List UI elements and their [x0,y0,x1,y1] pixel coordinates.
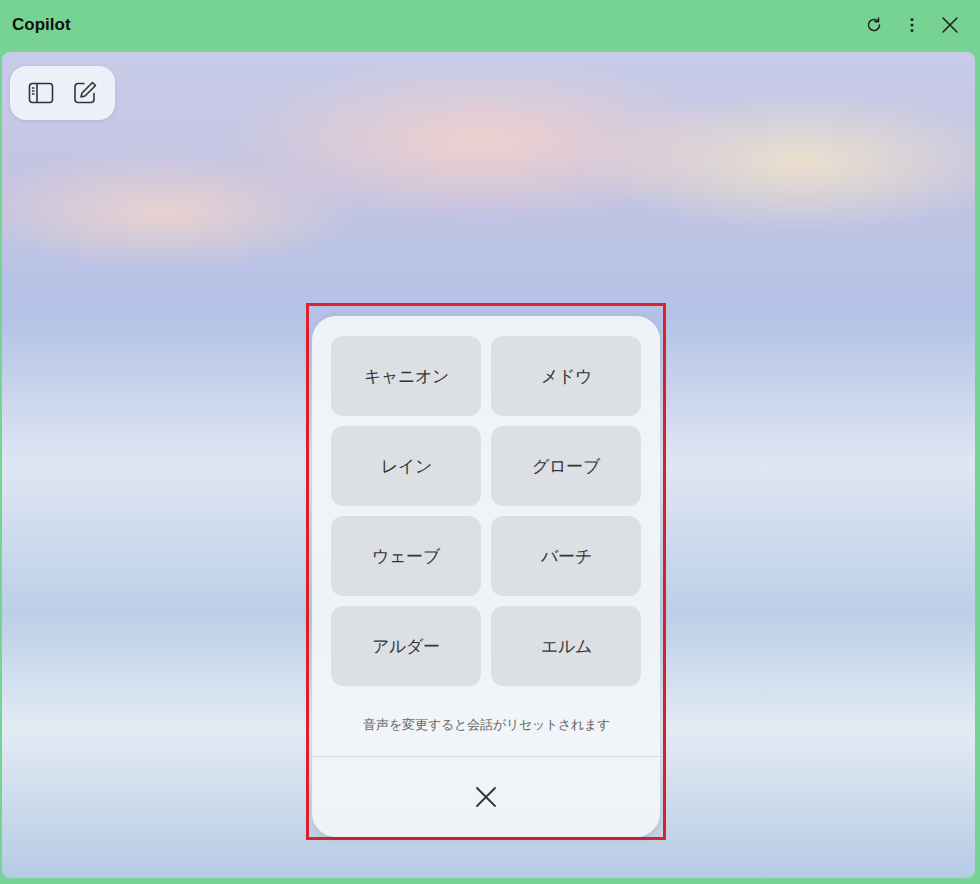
edit-icon [71,79,99,107]
voice-option[interactable]: メドウ [491,336,641,416]
voice-option[interactable]: エルム [491,606,641,686]
voice-picker-dialog: キャニオンメドウレイングローブウェーブバーチアルダーエルム 音声を変更すると会話… [312,316,660,837]
voice-option[interactable]: アルダー [331,606,481,686]
window-title: Copilot [12,15,71,35]
content-area: キャニオンメドウレイングローブウェーブバーチアルダーエルム 音声を変更すると会話… [2,52,975,878]
voice-option[interactable]: バーチ [491,516,641,596]
close-icon [940,15,960,35]
dialog-footer [312,756,660,837]
voice-option[interactable]: グローブ [491,426,641,506]
more-button[interactable] [900,13,924,37]
reset-note: 音声を変更すると会話がリセットされます [355,686,618,756]
copilot-window: Copilot キャニオンメドウレイングローブウェーブバーチアルダーエルム 音声… [0,0,980,884]
voice-option[interactable]: レイン [331,426,481,506]
sidebar-icon [27,79,55,107]
refresh-button[interactable] [862,13,886,37]
top-toolbar [10,66,115,120]
dialog-close-button[interactable] [468,779,504,815]
sidebar-toggle-button[interactable] [26,78,56,108]
close-button[interactable] [938,13,962,37]
voice-option[interactable]: ウェーブ [331,516,481,596]
refresh-icon [864,15,884,35]
highlight-box: キャニオンメドウレイングローブウェーブバーチアルダーエルム 音声を変更すると会話… [306,303,666,840]
voice-grid: キャニオンメドウレイングローブウェーブバーチアルダーエルム [331,336,641,686]
close-icon [473,784,499,810]
more-icon [902,15,922,35]
new-chat-button[interactable] [70,78,100,108]
title-bar: Copilot [0,0,980,50]
voice-option[interactable]: キャニオン [331,336,481,416]
